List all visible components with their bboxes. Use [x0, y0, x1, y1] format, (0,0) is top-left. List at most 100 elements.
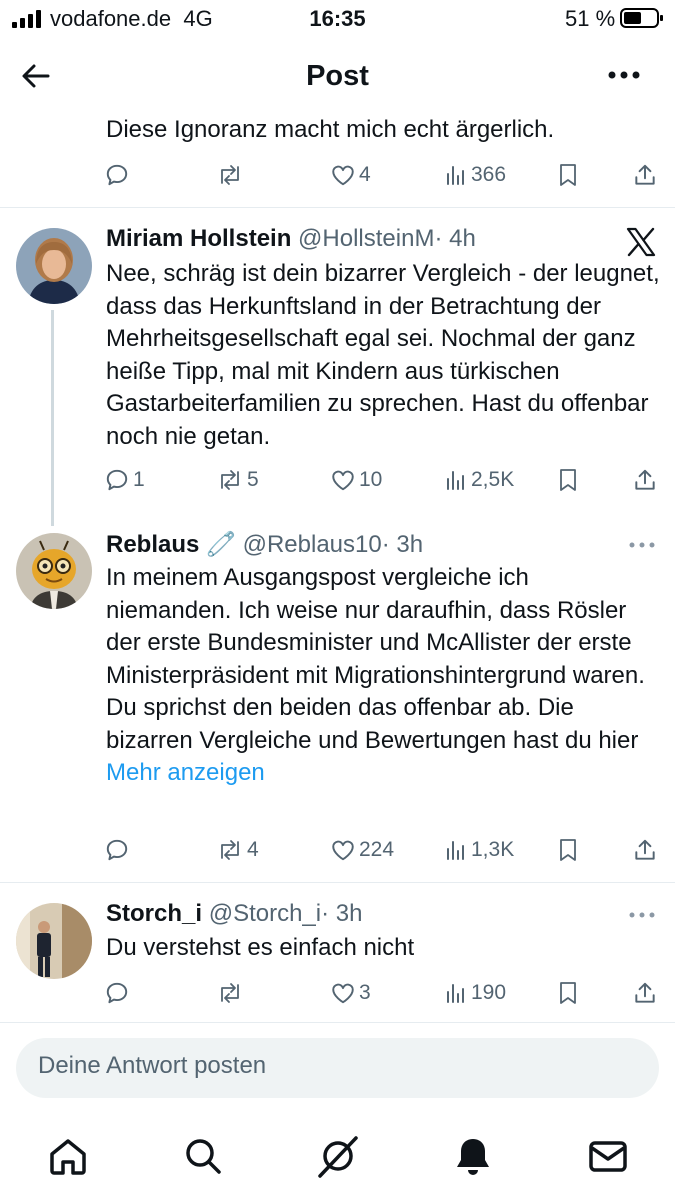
- reply-button[interactable]: 1: [104, 463, 145, 497]
- avatar[interactable]: [16, 903, 92, 979]
- home-icon[interactable]: [46, 1134, 90, 1178]
- repost-icon: [221, 840, 239, 860]
- share-button[interactable]: [632, 158, 658, 192]
- show-more-link[interactable]: Mehr anzeigen: [106, 759, 265, 786]
- views-button[interactable]: 1,3K: [444, 833, 514, 867]
- share-button[interactable]: [632, 833, 658, 867]
- like-button[interactable]: 3: [330, 976, 371, 1010]
- reply-count: 1: [133, 468, 145, 491]
- bookmark-button[interactable]: [556, 463, 580, 497]
- heart-icon: [332, 470, 354, 491]
- tweet-text: Nee, schräg ist dein bizarrer Vergleich …: [106, 260, 660, 450]
- user-handle[interactable]: @Reblaus10: [243, 531, 382, 558]
- like-count: 3: [359, 981, 371, 1004]
- avatar-image: [16, 228, 92, 304]
- bookmark-icon: [560, 164, 576, 186]
- bottom-tab-bar: [0, 1126, 675, 1186]
- view-count: 366: [471, 163, 507, 186]
- bookmark-icon: [560, 982, 576, 1004]
- divider: [0, 1022, 675, 1023]
- like-button[interactable]: 224: [330, 833, 394, 867]
- like-button[interactable]: 10: [330, 463, 382, 497]
- user-line: Storch_i @Storch_i· 3h: [106, 900, 362, 928]
- repost-count: 4: [247, 838, 259, 861]
- reply-button[interactable]: [104, 976, 133, 1010]
- bookmark-icon: [560, 469, 576, 491]
- views-button[interactable]: 190: [444, 976, 506, 1010]
- more-options-icon[interactable]: [628, 910, 656, 920]
- display-name[interactable]: Reblaus: [106, 531, 199, 558]
- bookmark-icon: [560, 839, 576, 861]
- repost-button[interactable]: [216, 976, 247, 1010]
- tweet-actions: 1 5 10 2,5K: [104, 463, 664, 497]
- share-icon: [635, 839, 655, 860]
- avatar[interactable]: [16, 228, 92, 304]
- post-header: Post: [0, 48, 675, 104]
- views-chart-icon: [447, 984, 464, 1003]
- reply-icon: [106, 982, 128, 1004]
- tweet-actions: 4 224 1,3K: [104, 833, 664, 867]
- reply-input[interactable]: [38, 1052, 638, 1080]
- divider: [0, 882, 675, 883]
- avatar[interactable]: [16, 533, 92, 609]
- share-icon: [635, 469, 655, 490]
- tweet-text: Du verstehst es einfach nicht: [106, 934, 415, 961]
- notifications-bell-icon[interactable]: [451, 1134, 495, 1178]
- like-button[interactable]: 4: [330, 158, 371, 192]
- status-bar: vodafone.de 4G 16:35 51 %: [0, 0, 675, 40]
- share-icon: [635, 164, 655, 185]
- like-count: 10: [359, 468, 383, 491]
- reply-icon: [106, 839, 128, 861]
- display-name[interactable]: Storch_i: [106, 900, 202, 927]
- user-line: Reblaus 🧷 @Reblaus10· 3h: [106, 530, 423, 559]
- reply-button[interactable]: [104, 158, 133, 192]
- post-time: · 3h: [321, 900, 363, 927]
- view-count: 190: [471, 981, 507, 1004]
- heart-icon: [332, 840, 354, 861]
- repost-count: 5: [247, 468, 259, 491]
- heart-icon: [332, 983, 354, 1004]
- share-button[interactable]: [632, 976, 658, 1010]
- heart-icon: [332, 165, 354, 186]
- views-button[interactable]: 366: [444, 158, 506, 192]
- grok-icon[interactable]: [316, 1134, 360, 1178]
- search-icon[interactable]: [181, 1134, 225, 1178]
- page-title: Post: [306, 60, 369, 92]
- bookmark-button[interactable]: [556, 158, 580, 192]
- like-count: 4: [359, 163, 371, 186]
- post-time: · 3h: [381, 531, 424, 558]
- messages-mail-icon[interactable]: [586, 1134, 630, 1178]
- avatar-image: [16, 903, 92, 979]
- user-handle[interactable]: @Storch_i: [209, 900, 321, 927]
- avatar-image: [16, 533, 92, 609]
- bookmark-button[interactable]: [556, 976, 580, 1010]
- tweet-text: In meinem Ausgangspost vergleiche ich ni…: [106, 562, 651, 790]
- more-horizontal-icon[interactable]: [604, 60, 644, 90]
- like-count: 224: [359, 838, 395, 861]
- repost-button[interactable]: 4: [216, 833, 259, 867]
- thread-connector-line: [51, 310, 54, 526]
- repost-icon: [221, 470, 239, 490]
- views-button[interactable]: 2,5K: [444, 463, 514, 497]
- share-button[interactable]: [632, 463, 658, 497]
- view-count: 1,3K: [471, 838, 515, 861]
- reply-icon: [106, 164, 128, 186]
- name-emoji: 🧷: [206, 531, 236, 558]
- tweet-actions: 4 366: [104, 158, 664, 192]
- tweet-text: Diese Ignoranz macht mich echt ärgerlich…: [106, 116, 555, 143]
- repost-button[interactable]: [216, 158, 247, 192]
- repost-icon: [221, 165, 239, 185]
- reply-button[interactable]: [104, 833, 133, 867]
- x-logo-icon: [626, 227, 656, 257]
- display-name[interactable]: Miriam Hollstein: [106, 225, 291, 252]
- user-handle[interactable]: @HollsteinM: [298, 225, 434, 252]
- views-chart-icon: [447, 841, 464, 860]
- repost-button[interactable]: 5: [216, 463, 259, 497]
- views-chart-icon: [447, 166, 464, 185]
- share-icon: [635, 982, 655, 1003]
- user-line: Miriam Hollstein @HollsteinM· 4h: [106, 225, 476, 253]
- bookmark-button[interactable]: [556, 833, 580, 867]
- tweet-actions: 3 190: [104, 976, 664, 1010]
- more-options-icon[interactable]: [628, 540, 656, 550]
- reply-composer[interactable]: [16, 1038, 659, 1098]
